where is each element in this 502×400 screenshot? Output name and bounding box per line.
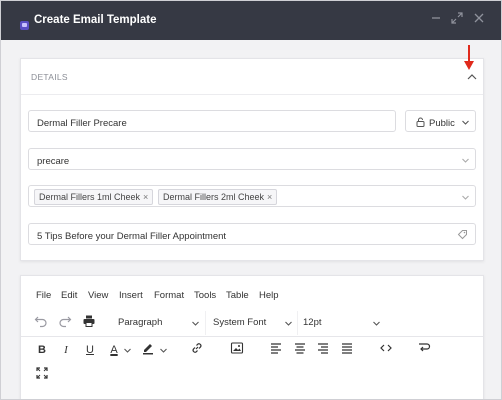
toolbar-divider — [205, 311, 206, 335]
tag-chip: Dermal Fillers 1ml Cheek × — [34, 189, 154, 205]
menu-table[interactable]: Table — [226, 290, 249, 301]
template-name-input[interactable]: Dermal Filler Precare — [28, 110, 396, 132]
tags-multiselect[interactable]: Dermal Fillers 1ml Cheek × Dermal Fillers… — [28, 185, 476, 207]
chevron-down-icon — [462, 158, 469, 163]
menu-file[interactable]: File — [36, 290, 51, 301]
bold-button[interactable]: B — [33, 341, 51, 359]
chevron-down-icon — [462, 120, 469, 125]
remove-tag-icon[interactable]: × — [143, 192, 148, 202]
visibility-select[interactable]: Public — [405, 110, 476, 132]
expand-icon[interactable] — [450, 12, 464, 26]
editor-toolbar-row-2: B I U A — [21, 336, 483, 362]
align-left-icon[interactable] — [267, 341, 285, 359]
chevron-down-icon — [192, 321, 199, 326]
minimize-icon[interactable] — [429, 12, 443, 26]
template-name-value: Dermal Filler Precare — [37, 118, 127, 129]
close-icon[interactable] — [472, 12, 486, 26]
dialog-title: Create Email Template — [34, 14, 157, 26]
details-header[interactable]: DETAILS — [21, 59, 483, 95]
chevron-down-icon — [462, 195, 469, 200]
subject-input[interactable]: 5 Tips Before your Dermal Filler Appoint… — [28, 223, 476, 245]
undo-icon[interactable] — [32, 314, 50, 332]
subject-value: 5 Tips Before your Dermal Filler Appoint… — [37, 231, 227, 242]
tag-chip: Dermal Fillers 2ml Cheek × — [158, 189, 278, 205]
dialog-titlebar: Create Email Template — [1, 1, 501, 40]
menu-insert[interactable]: Insert — [119, 290, 143, 301]
menu-help[interactable]: Help — [259, 290, 279, 301]
align-right-icon[interactable] — [314, 341, 332, 359]
highlight-icon[interactable] — [139, 341, 157, 359]
menu-tools[interactable]: Tools — [194, 290, 216, 301]
italic-button[interactable]: I — [57, 341, 75, 359]
redo-icon[interactable] — [56, 314, 74, 332]
underline-button[interactable]: U — [81, 341, 99, 359]
block-format-select[interactable]: Paragraph — [118, 314, 204, 332]
chevron-down-icon — [285, 321, 292, 326]
category-select[interactable]: precare — [28, 148, 476, 170]
chevron-down-icon[interactable] — [159, 346, 168, 355]
app-icon — [20, 21, 29, 30]
fullscreen-icon[interactable] — [33, 366, 51, 384]
editor-menubar: File Edit View Insert Format Tools Table… — [21, 276, 483, 313]
chevron-down-icon[interactable] — [123, 346, 132, 355]
image-icon[interactable] — [228, 341, 246, 359]
align-center-icon[interactable] — [291, 341, 309, 359]
menu-format[interactable]: Format — [154, 290, 184, 301]
chevron-up-icon[interactable] — [465, 70, 479, 84]
create-email-template-dialog: Create Email Template DETAILS Dermal Fil… — [0, 0, 502, 400]
editor-toolbar-row-1: Paragraph System Font 12pt — [21, 311, 483, 335]
font-family-select[interactable]: System Font — [213, 314, 297, 332]
menu-edit[interactable]: Edit — [61, 290, 77, 301]
editor-card: File Edit View Insert Format Tools Table… — [20, 275, 484, 399]
lock-icon — [416, 117, 425, 127]
category-value: precare — [37, 156, 70, 167]
font-size-select[interactable]: 12pt — [303, 314, 385, 332]
visibility-value: Public — [429, 118, 455, 129]
details-section-label: DETAILS — [31, 72, 68, 82]
editor-toolbar-row-3 — [21, 363, 483, 387]
chevron-down-icon — [373, 321, 380, 326]
text-color-button[interactable]: A — [105, 341, 123, 359]
remove-tag-icon[interactable]: × — [267, 192, 272, 202]
annotation-arrow-icon — [464, 45, 474, 70]
menu-view[interactable]: View — [88, 290, 108, 301]
toolbar-divider — [297, 311, 298, 335]
line-break-icon[interactable] — [415, 341, 433, 359]
align-justify-icon[interactable] — [338, 341, 356, 359]
print-icon[interactable] — [80, 314, 98, 332]
tag-icon[interactable] — [457, 229, 468, 240]
link-icon[interactable] — [188, 341, 206, 359]
source-code-icon[interactable] — [377, 341, 395, 359]
